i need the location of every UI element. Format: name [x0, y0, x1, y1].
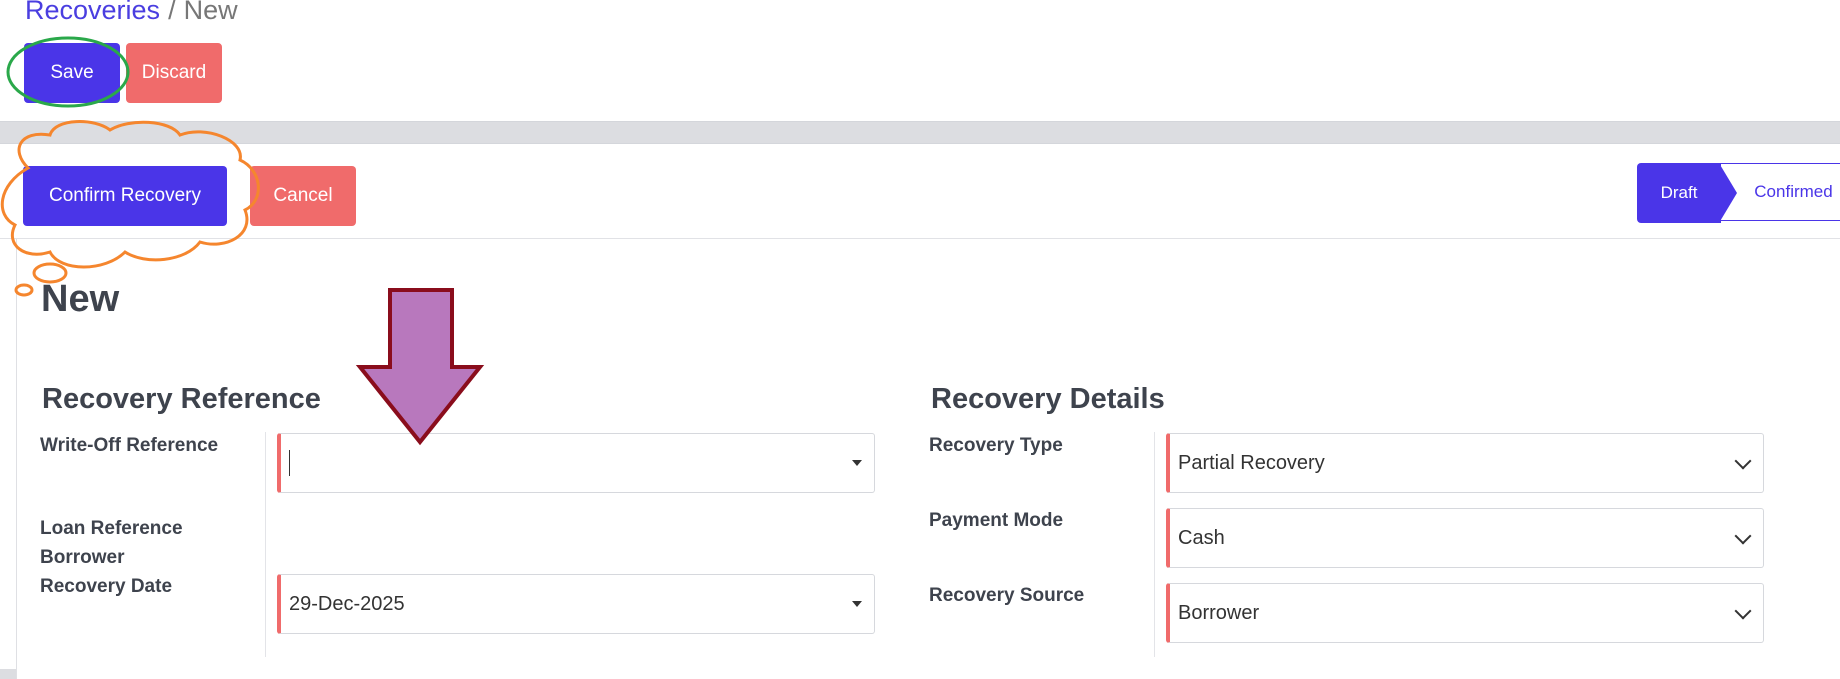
control-panel: Recoveries / New Save Discard [0, 0, 1840, 122]
breadcrumb-current: New [183, 0, 238, 25]
chevron-down-icon[interactable] [1734, 602, 1752, 620]
write-off-reference-input[interactable] [277, 433, 875, 493]
payment-mode-select[interactable]: Cash [1166, 508, 1764, 568]
status-step-confirmed[interactable]: Confirmed [1719, 163, 1840, 221]
label-recovery-type: Recovery Type [929, 435, 1063, 456]
label-divider [265, 432, 266, 657]
chevron-down-icon[interactable] [1734, 527, 1752, 545]
caret-down-icon[interactable] [852, 601, 862, 607]
recovery-source-select[interactable]: Borrower [1166, 583, 1764, 643]
section-title-details: Recovery Details [931, 383, 1165, 415]
label-recovery-date: Recovery Date [40, 576, 173, 597]
recovery-type-select[interactable]: Partial Recovery [1166, 433, 1764, 493]
label-payment-mode: Payment Mode [929, 510, 1064, 531]
label-divider [1154, 432, 1155, 657]
label-recovery-source: Recovery Source [929, 585, 1085, 606]
discard-button[interactable]: Discard [126, 43, 222, 103]
confirm-recovery-button[interactable]: Confirm Recovery [23, 166, 227, 226]
recovery-type-value: Partial Recovery [1178, 451, 1325, 474]
label-borrower: Borrower [40, 547, 125, 568]
cancel-button[interactable]: Cancel [250, 166, 356, 226]
breadcrumb-separator: / [168, 0, 176, 25]
status-draft-arrow [1719, 163, 1737, 223]
breadcrumb: Recoveries / New [25, 0, 238, 28]
text-cursor [289, 450, 290, 476]
record-title: New [41, 278, 120, 320]
breadcrumb-parent-link[interactable]: Recoveries [25, 0, 160, 25]
recovery-source-value: Borrower [1178, 601, 1260, 624]
recovery-date-input[interactable]: 29-Dec-2025 [277, 574, 875, 634]
payment-mode-value: Cash [1178, 526, 1225, 549]
save-button[interactable]: Save [24, 43, 120, 103]
section-title-reference: Recovery Reference [42, 383, 321, 415]
status-step-draft[interactable]: Draft [1637, 163, 1721, 223]
recovery-date-value: 29-Dec-2025 [289, 592, 405, 615]
label-loan-reference: Loan Reference [40, 518, 183, 539]
caret-down-icon[interactable] [852, 460, 862, 466]
chevron-down-icon[interactable] [1734, 452, 1752, 470]
label-write-off-reference: Write-Off Reference [40, 435, 219, 456]
